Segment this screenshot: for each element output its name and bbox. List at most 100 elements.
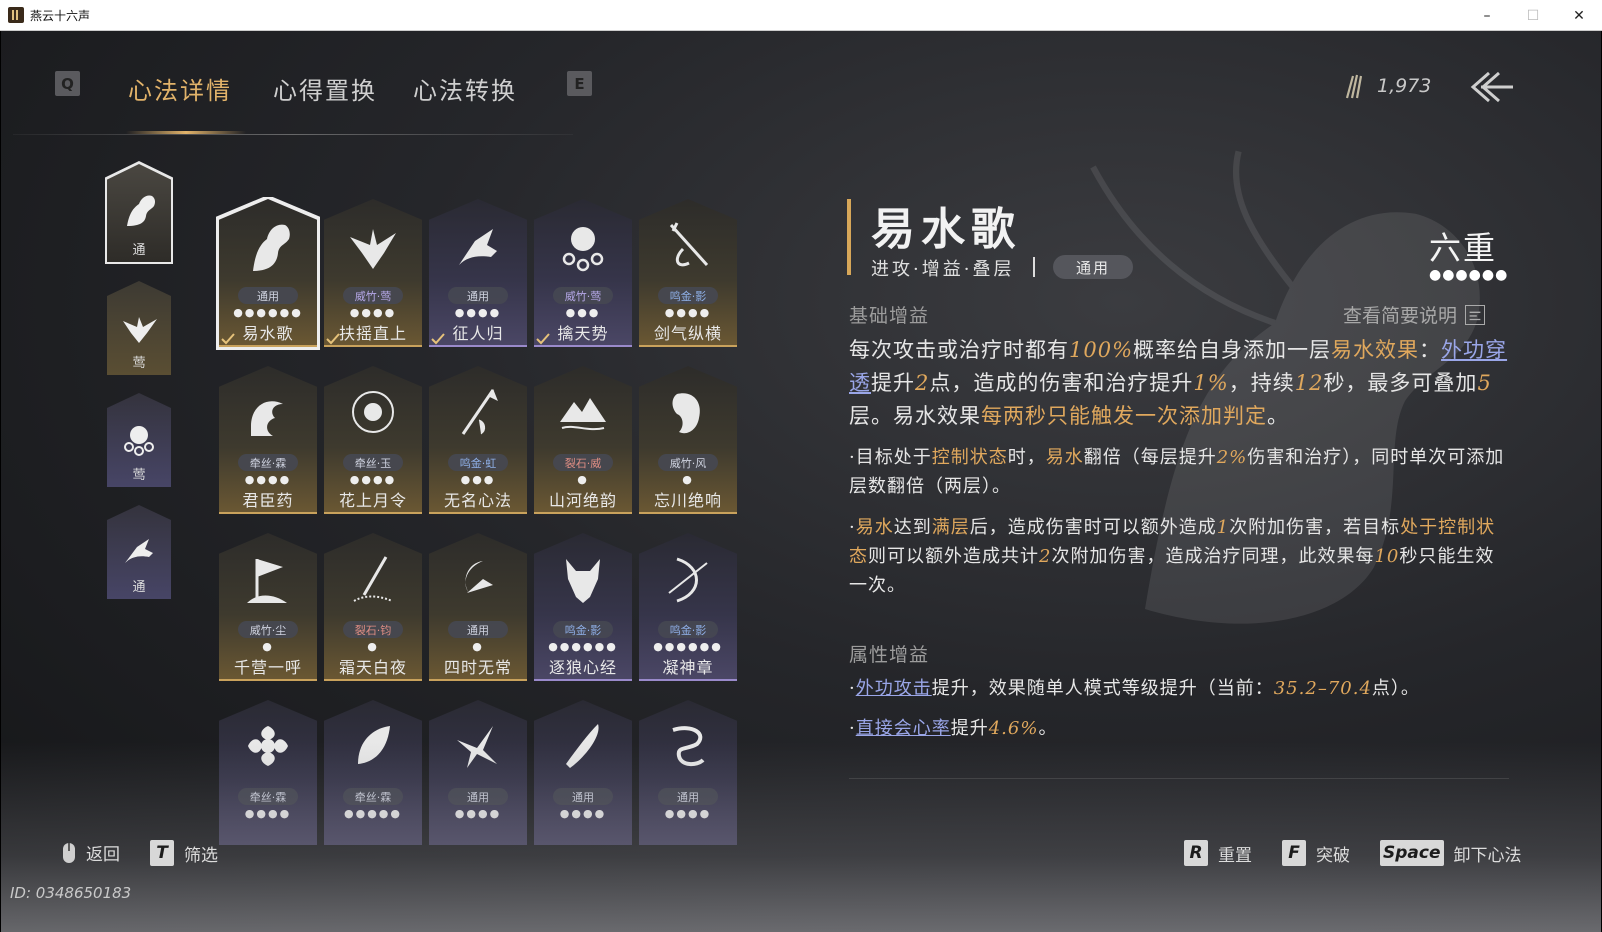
tab-technique-convert[interactable]: 心法转换 [413, 71, 517, 106]
back-hint[interactable]: 返回 [62, 840, 120, 865]
card-rank-dots: ●●●●●● [233, 306, 303, 319]
card-rank-dots: ●●●●●● [548, 640, 618, 653]
card-school-tag: 牵丝·霖 [238, 788, 298, 805]
technique-rank: 六重 [1429, 229, 1498, 267]
attribute-bonus-line-2: ·直接会心率提升4.6%。 [849, 714, 1509, 743]
back-arrow-icon[interactable] [1467, 69, 1515, 105]
card-name: 霜天白夜 [338, 658, 407, 677]
attribute-link[interactable]: 外功攻击 [856, 678, 932, 699]
technique-card[interactable]: 通用 ●●●● [639, 700, 737, 845]
card-name: 千营一呼 [233, 658, 302, 677]
window-titlebar: 燕云十六声 – ☐ ✕ [0, 0, 1602, 31]
breakthrough-hint[interactable]: F 突破 [1282, 840, 1350, 866]
text-segment: 次附加伤害，造成治疗同理，此效果每 [1051, 546, 1375, 567]
card-bottom-line [429, 679, 527, 681]
text-segment: · [849, 678, 856, 699]
card-school-tag: 通用 [448, 287, 508, 304]
technique-card[interactable]: 通用 ●●●● [534, 700, 632, 845]
text-segment: 10 [1374, 546, 1400, 567]
card-bottom-line [534, 345, 632, 347]
technique-card[interactable]: 通用 ●●●●●● 易水歌 [219, 199, 317, 347]
card-bottom-line [219, 679, 317, 681]
rank-dots: ●●●●●● [1429, 267, 1509, 283]
technique-card[interactable]: 牵丝·霖 ●●●● [219, 700, 317, 845]
card-school-tag: 通用 [238, 287, 298, 304]
card-name: 君臣药 [242, 491, 294, 510]
category-label: 莺 [132, 468, 146, 483]
back-hint-label: 返回 [86, 845, 120, 865]
filter-hint[interactable]: T 筛选 [150, 840, 218, 866]
card-school-tag: 牵丝·玉 [343, 454, 403, 471]
technique-card[interactable]: 威竹·尘 ● 千营一呼 [219, 533, 317, 681]
bow-icon [668, 557, 708, 603]
card-rank-dots: ●●●● [454, 807, 502, 820]
category-tab-1[interactable]: 通 [107, 164, 171, 262]
card-bottom-line [429, 345, 527, 347]
technique-card[interactable]: 鸣金·影 ●●●●●● 逐狼心经 [534, 533, 632, 681]
card-school-tag: 威竹·莺 [343, 287, 403, 304]
sword-icon [669, 222, 709, 267]
hibiscus-icon [248, 726, 288, 766]
technique-card[interactable]: 牵丝·玉 ●●●● 花上月令 [324, 366, 422, 514]
card-name: 剑气纵横 [653, 324, 722, 343]
technique-card[interactable]: 鸣金·虹 ●●● 无名心法 [429, 366, 527, 514]
reset-hint[interactable]: R 重置 [1184, 840, 1252, 866]
dragon-icon [672, 726, 705, 767]
technique-card[interactable]: 裂石·威 ● 山河绝韵 [534, 366, 632, 514]
technique-card[interactable]: 牵丝·霖 ●●●● 君臣药 [219, 366, 317, 514]
technique-card[interactable]: 通用 ●●●● [429, 700, 527, 845]
maximize-button[interactable]: ☐ [1510, 0, 1556, 31]
technique-card[interactable]: 威竹·莺 ●●●● 扶摇直上 [324, 199, 422, 347]
technique-card[interactable]: 通用 ●●●● 征人归 [429, 199, 527, 347]
technique-card[interactable]: 鸣金·影 ●●●●●● 凝神章 [639, 533, 737, 681]
card-rank-dots: ●●●● [244, 807, 292, 820]
text-segment: 2 [1039, 546, 1052, 567]
bird-hand-icon [125, 539, 153, 563]
window-title: 燕云十六声 [30, 8, 91, 23]
technique-card[interactable]: 牵丝·霖 ●●●●● [324, 700, 422, 845]
control-state-text: ·目标处于控制状态时，易水翻倍（每层提升2%伤害和治疗），同时单次可添加层数翻倍… [849, 443, 1509, 501]
chain-fist-icon [124, 426, 155, 456]
eagle-icon [123, 317, 157, 343]
card-name: 忘川绝响 [653, 491, 722, 510]
tab-technique-details[interactable]: 心法详情 [128, 71, 232, 106]
card-school-tag: 威竹·风 [658, 454, 718, 471]
technique-card[interactable]: 裂石·钧 ● 霜天白夜 [324, 533, 422, 681]
card-rank-dots: ●●●● [559, 807, 607, 820]
view-brief-button[interactable]: 查看简要说明 [1343, 301, 1486, 328]
card-school-tag: 裂石·钧 [343, 621, 403, 638]
prev-tab-key[interactable]: Q [55, 71, 80, 96]
card-bottom-line [639, 512, 737, 514]
card-rank-dots: ● [472, 640, 484, 653]
breakthrough-key: F [1282, 840, 1306, 866]
broadsword-icon [566, 724, 599, 768]
technique-title: 易水歌 [871, 204, 1021, 255]
technique-card[interactable]: 威竹·风 ● 忘川绝响 [639, 366, 737, 514]
minimize-button[interactable]: – [1464, 0, 1510, 31]
category-tab-2[interactable]: 莺 [107, 281, 171, 375]
close-button[interactable]: ✕ [1556, 0, 1602, 31]
card-bottom-line [534, 512, 632, 514]
checkmark-icon [536, 333, 550, 345]
text-segment: 提升 [871, 371, 915, 395]
text-segment: 点，造成的伤害和治疗提升 [929, 371, 1194, 395]
technique-card[interactable]: 威竹·莺 ●●● 擒天势 [534, 199, 632, 347]
nav-divider [13, 134, 573, 135]
card-school-tag: 通用 [448, 788, 508, 805]
leaf-icon [358, 726, 390, 764]
text-segment: 100% [1069, 338, 1134, 362]
unload-hint[interactable]: Space 卸下心法 [1380, 840, 1522, 866]
text-segment: 提升 [950, 718, 989, 739]
category-tab-3[interactable]: 莺 [107, 393, 171, 487]
text-segment: 1% [1193, 371, 1229, 395]
wolf-icon [566, 559, 600, 603]
text-segment: 2 [915, 371, 930, 395]
technique-card[interactable]: 通用 ● 四时无常 [429, 533, 527, 681]
category-tab-4[interactable]: 通 [107, 505, 171, 599]
technique-card[interactable]: 鸣金·影 ●●●● 剑气纵横 [639, 199, 737, 347]
spear-icon [461, 388, 498, 435]
next-tab-key[interactable]: E [567, 71, 592, 96]
tab-insight-swap[interactable]: 心得置换 [273, 71, 377, 106]
attribute-link[interactable]: 直接会心率 [856, 718, 951, 739]
card-school-tag: 牵丝·霖 [238, 454, 298, 471]
